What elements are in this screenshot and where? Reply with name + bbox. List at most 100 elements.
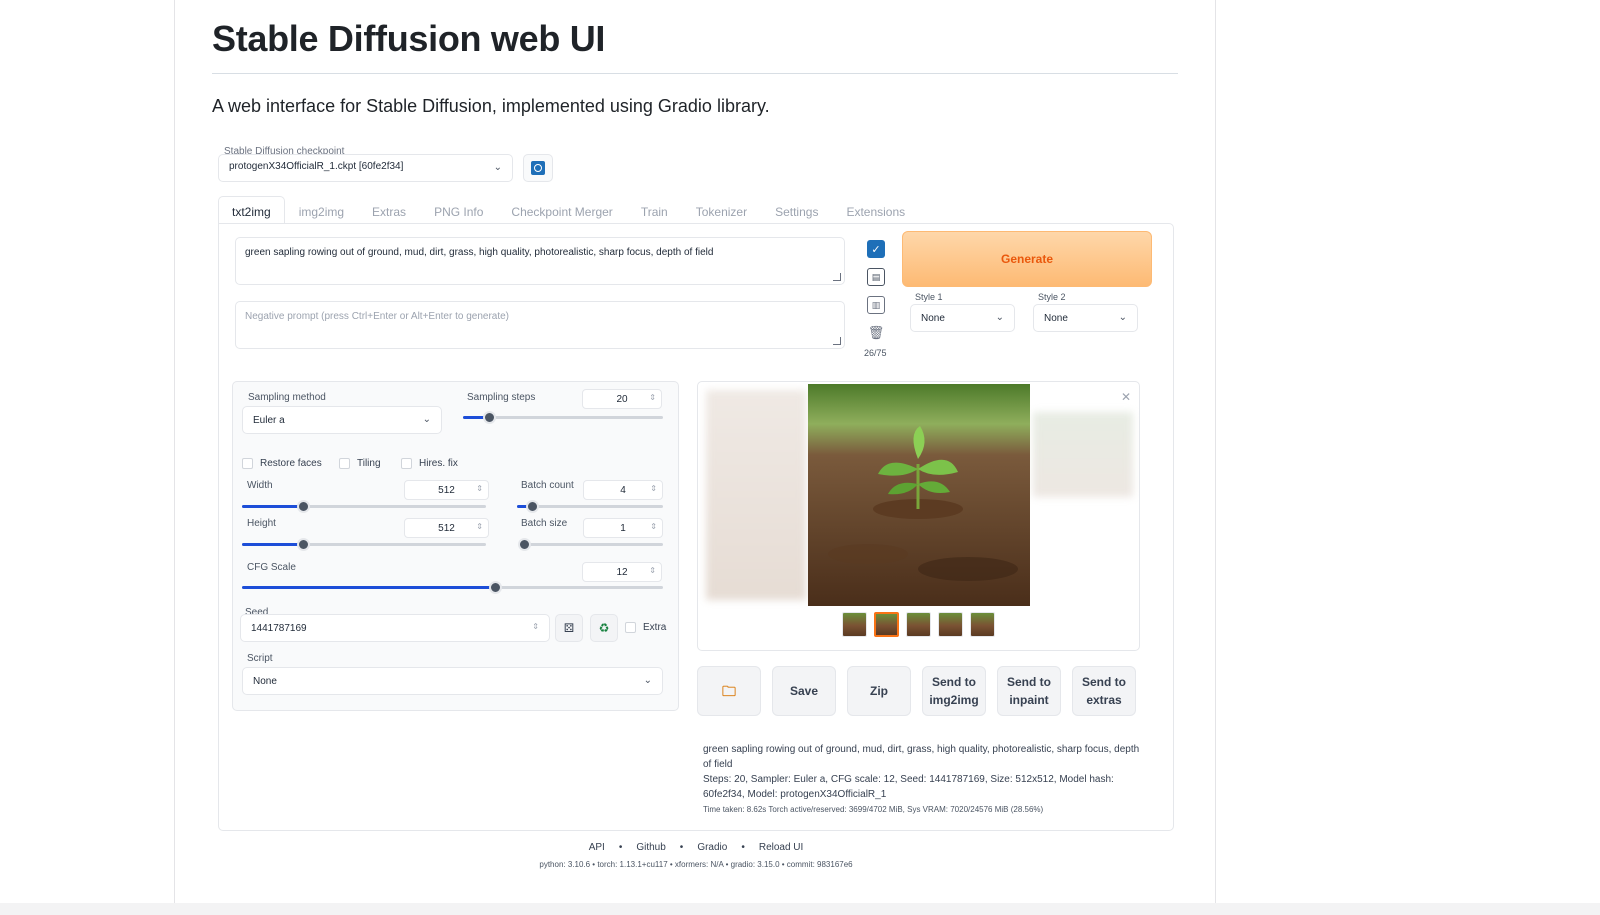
slider-fill bbox=[242, 543, 303, 546]
reload-ui-link[interactable]: Reload UI bbox=[759, 842, 803, 853]
api-link[interactable]: API bbox=[589, 842, 605, 853]
footer: API • Github • Gradio • Reload UI python: 3.10… bbox=[218, 842, 1174, 869]
bottom-strip bbox=[0, 903, 1600, 915]
tab-checkpoint-merger[interactable]: Checkpoint Merger bbox=[497, 196, 626, 224]
thumbnail[interactable] bbox=[842, 612, 867, 637]
hires-fix-checkbox[interactable]: Hires. fix bbox=[401, 458, 458, 469]
thumbnail[interactable] bbox=[874, 612, 899, 637]
restore-faces-checkbox[interactable]: Restore faces bbox=[242, 458, 322, 469]
prompt-input[interactable]: green sapling rowing out of ground, mud,… bbox=[235, 237, 845, 285]
slider-fill bbox=[242, 586, 495, 589]
style2-select[interactable]: None ⌄ bbox=[1033, 304, 1138, 332]
thumbnail[interactable] bbox=[938, 612, 963, 637]
tab-img2img[interactable]: img2img bbox=[285, 196, 358, 224]
tab-txt2img[interactable]: txt2img bbox=[218, 196, 285, 224]
script-label: Script bbox=[247, 653, 273, 664]
tab-tokenizer[interactable]: Tokenizer bbox=[682, 196, 761, 224]
checkpoint-value: protogenX34OfficialR_1.ckpt [60fe2f34] bbox=[229, 161, 404, 172]
sampling-method-select[interactable]: Euler a ⌄ bbox=[242, 406, 442, 434]
slider-thumb[interactable] bbox=[525, 500, 539, 513]
open-folder-button[interactable]: 🗀 bbox=[697, 666, 761, 716]
sampling-method-value: Euler a bbox=[253, 415, 285, 426]
sampling-steps-input[interactable]: 20 bbox=[582, 389, 662, 409]
send-to-inpaint-button[interactable]: Send to inpaint bbox=[997, 666, 1061, 716]
width-input[interactable]: 512 bbox=[404, 480, 489, 500]
random-seed-button[interactable]: ⚄ bbox=[555, 614, 583, 642]
tiling-label: Tiling bbox=[357, 458, 381, 469]
sampling-method-label: Sampling method bbox=[248, 392, 326, 403]
save-style-icon[interactable]: ▤ bbox=[867, 268, 885, 286]
zip-button[interactable]: Zip bbox=[847, 666, 911, 716]
negative-prompt-placeholder: Negative prompt (press Ctrl+Enter or Alt… bbox=[245, 311, 510, 322]
send-to-img2img-button[interactable]: Send to img2img bbox=[922, 666, 986, 716]
cfg-scale-label: CFG Scale bbox=[247, 562, 296, 573]
tab-train[interactable]: Train bbox=[627, 196, 682, 224]
token-counter: 26/75 bbox=[864, 348, 887, 358]
script-select[interactable]: None ⌄ bbox=[242, 667, 663, 695]
tab-png-info[interactable]: PNG Info bbox=[420, 196, 497, 224]
checkbox-box[interactable] bbox=[401, 458, 412, 469]
checkbox-check-icon[interactable]: ✓ bbox=[867, 240, 885, 258]
generated-image[interactable] bbox=[808, 384, 1030, 606]
negative-prompt-input[interactable]: Negative prompt (press Ctrl+Enter or Alt… bbox=[235, 301, 845, 349]
tab-extensions[interactable]: Extensions bbox=[832, 196, 919, 224]
seed-input[interactable]: 1441787169 ⇕ bbox=[240, 614, 550, 642]
stepper-icon[interactable]: ⇕ bbox=[532, 622, 539, 631]
separator: • bbox=[679, 842, 684, 853]
resize-handle-icon[interactable] bbox=[833, 273, 841, 281]
checkbox-box[interactable] bbox=[339, 458, 350, 469]
info-prompt: green sapling rowing out of ground, mud,… bbox=[703, 744, 1140, 770]
reuse-seed-button[interactable]: ♻ bbox=[590, 614, 618, 642]
tiling-checkbox[interactable]: Tiling bbox=[339, 458, 381, 469]
style2-label: Style 2 bbox=[1038, 292, 1066, 302]
checkpoint-select[interactable]: protogenX34OfficialR_1.ckpt [60fe2f34] ⌄ bbox=[218, 154, 513, 182]
sampling-steps-slider[interactable] bbox=[463, 411, 663, 424]
info-timing: Time taken: 8.62s Torch active/reserved:… bbox=[703, 805, 1044, 814]
chevron-down-icon: ⌄ bbox=[1118, 312, 1127, 323]
cfg-scale-slider[interactable] bbox=[242, 581, 663, 594]
height-slider[interactable] bbox=[242, 538, 486, 551]
batch-size-input[interactable]: 1 bbox=[583, 518, 663, 538]
tab-extras[interactable]: Extras bbox=[358, 196, 420, 224]
resize-handle-icon[interactable] bbox=[833, 337, 841, 345]
style1-select[interactable]: None ⌄ bbox=[910, 304, 1015, 332]
chevron-down-icon: ⌄ bbox=[995, 312, 1004, 323]
clipboard-icon[interactable]: ▥ bbox=[867, 296, 885, 314]
close-icon[interactable]: ✕ bbox=[1121, 390, 1131, 404]
send-label-line1: Send to bbox=[1082, 675, 1126, 689]
footer-links: API • Github • Gradio • Reload UI bbox=[218, 842, 1174, 853]
github-link[interactable]: Github bbox=[636, 842, 665, 853]
slider-thumb[interactable] bbox=[488, 581, 502, 594]
recycle-icon: ♻ bbox=[598, 621, 610, 635]
slider-thumb[interactable] bbox=[297, 500, 310, 513]
width-slider[interactable] bbox=[242, 500, 486, 513]
width-label: Width bbox=[247, 480, 273, 491]
batch-count-slider[interactable] bbox=[517, 500, 663, 513]
sapling-image bbox=[808, 384, 1030, 606]
height-label: Height bbox=[247, 518, 276, 529]
trash-icon[interactable]: 🗑 bbox=[867, 324, 885, 342]
batch-count-input[interactable]: 4 bbox=[583, 480, 663, 500]
tab-settings[interactable]: Settings bbox=[761, 196, 832, 224]
gradio-link[interactable]: Gradio bbox=[697, 842, 727, 853]
batch-count-label: Batch count bbox=[521, 480, 574, 491]
batch-size-slider[interactable] bbox=[518, 538, 663, 551]
generate-button[interactable]: Generate bbox=[902, 231, 1152, 287]
slider-thumb[interactable] bbox=[518, 538, 531, 551]
thumbnail[interactable] bbox=[970, 612, 995, 637]
checkbox-box[interactable] bbox=[242, 458, 253, 469]
checkbox-box[interactable] bbox=[625, 622, 636, 633]
extra-label: Extra bbox=[643, 622, 667, 633]
cfg-scale-input[interactable]: 12 bbox=[582, 562, 662, 582]
send-label-line2: inpaint bbox=[1009, 693, 1049, 707]
slider-thumb[interactable] bbox=[483, 411, 496, 424]
save-button[interactable]: Save bbox=[772, 666, 836, 716]
height-input[interactable]: 512 bbox=[404, 518, 489, 538]
thumbnail[interactable] bbox=[906, 612, 931, 637]
refresh-checkpoint-button[interactable] bbox=[523, 154, 553, 182]
send-to-extras-button[interactable]: Send to extras bbox=[1072, 666, 1136, 716]
extra-seed-checkbox[interactable]: Extra bbox=[625, 622, 666, 633]
slider-thumb[interactable] bbox=[297, 538, 310, 551]
send-label-line1: Send to bbox=[932, 675, 976, 689]
page-description: A web interface for Stable Diffusion, im… bbox=[212, 96, 770, 116]
